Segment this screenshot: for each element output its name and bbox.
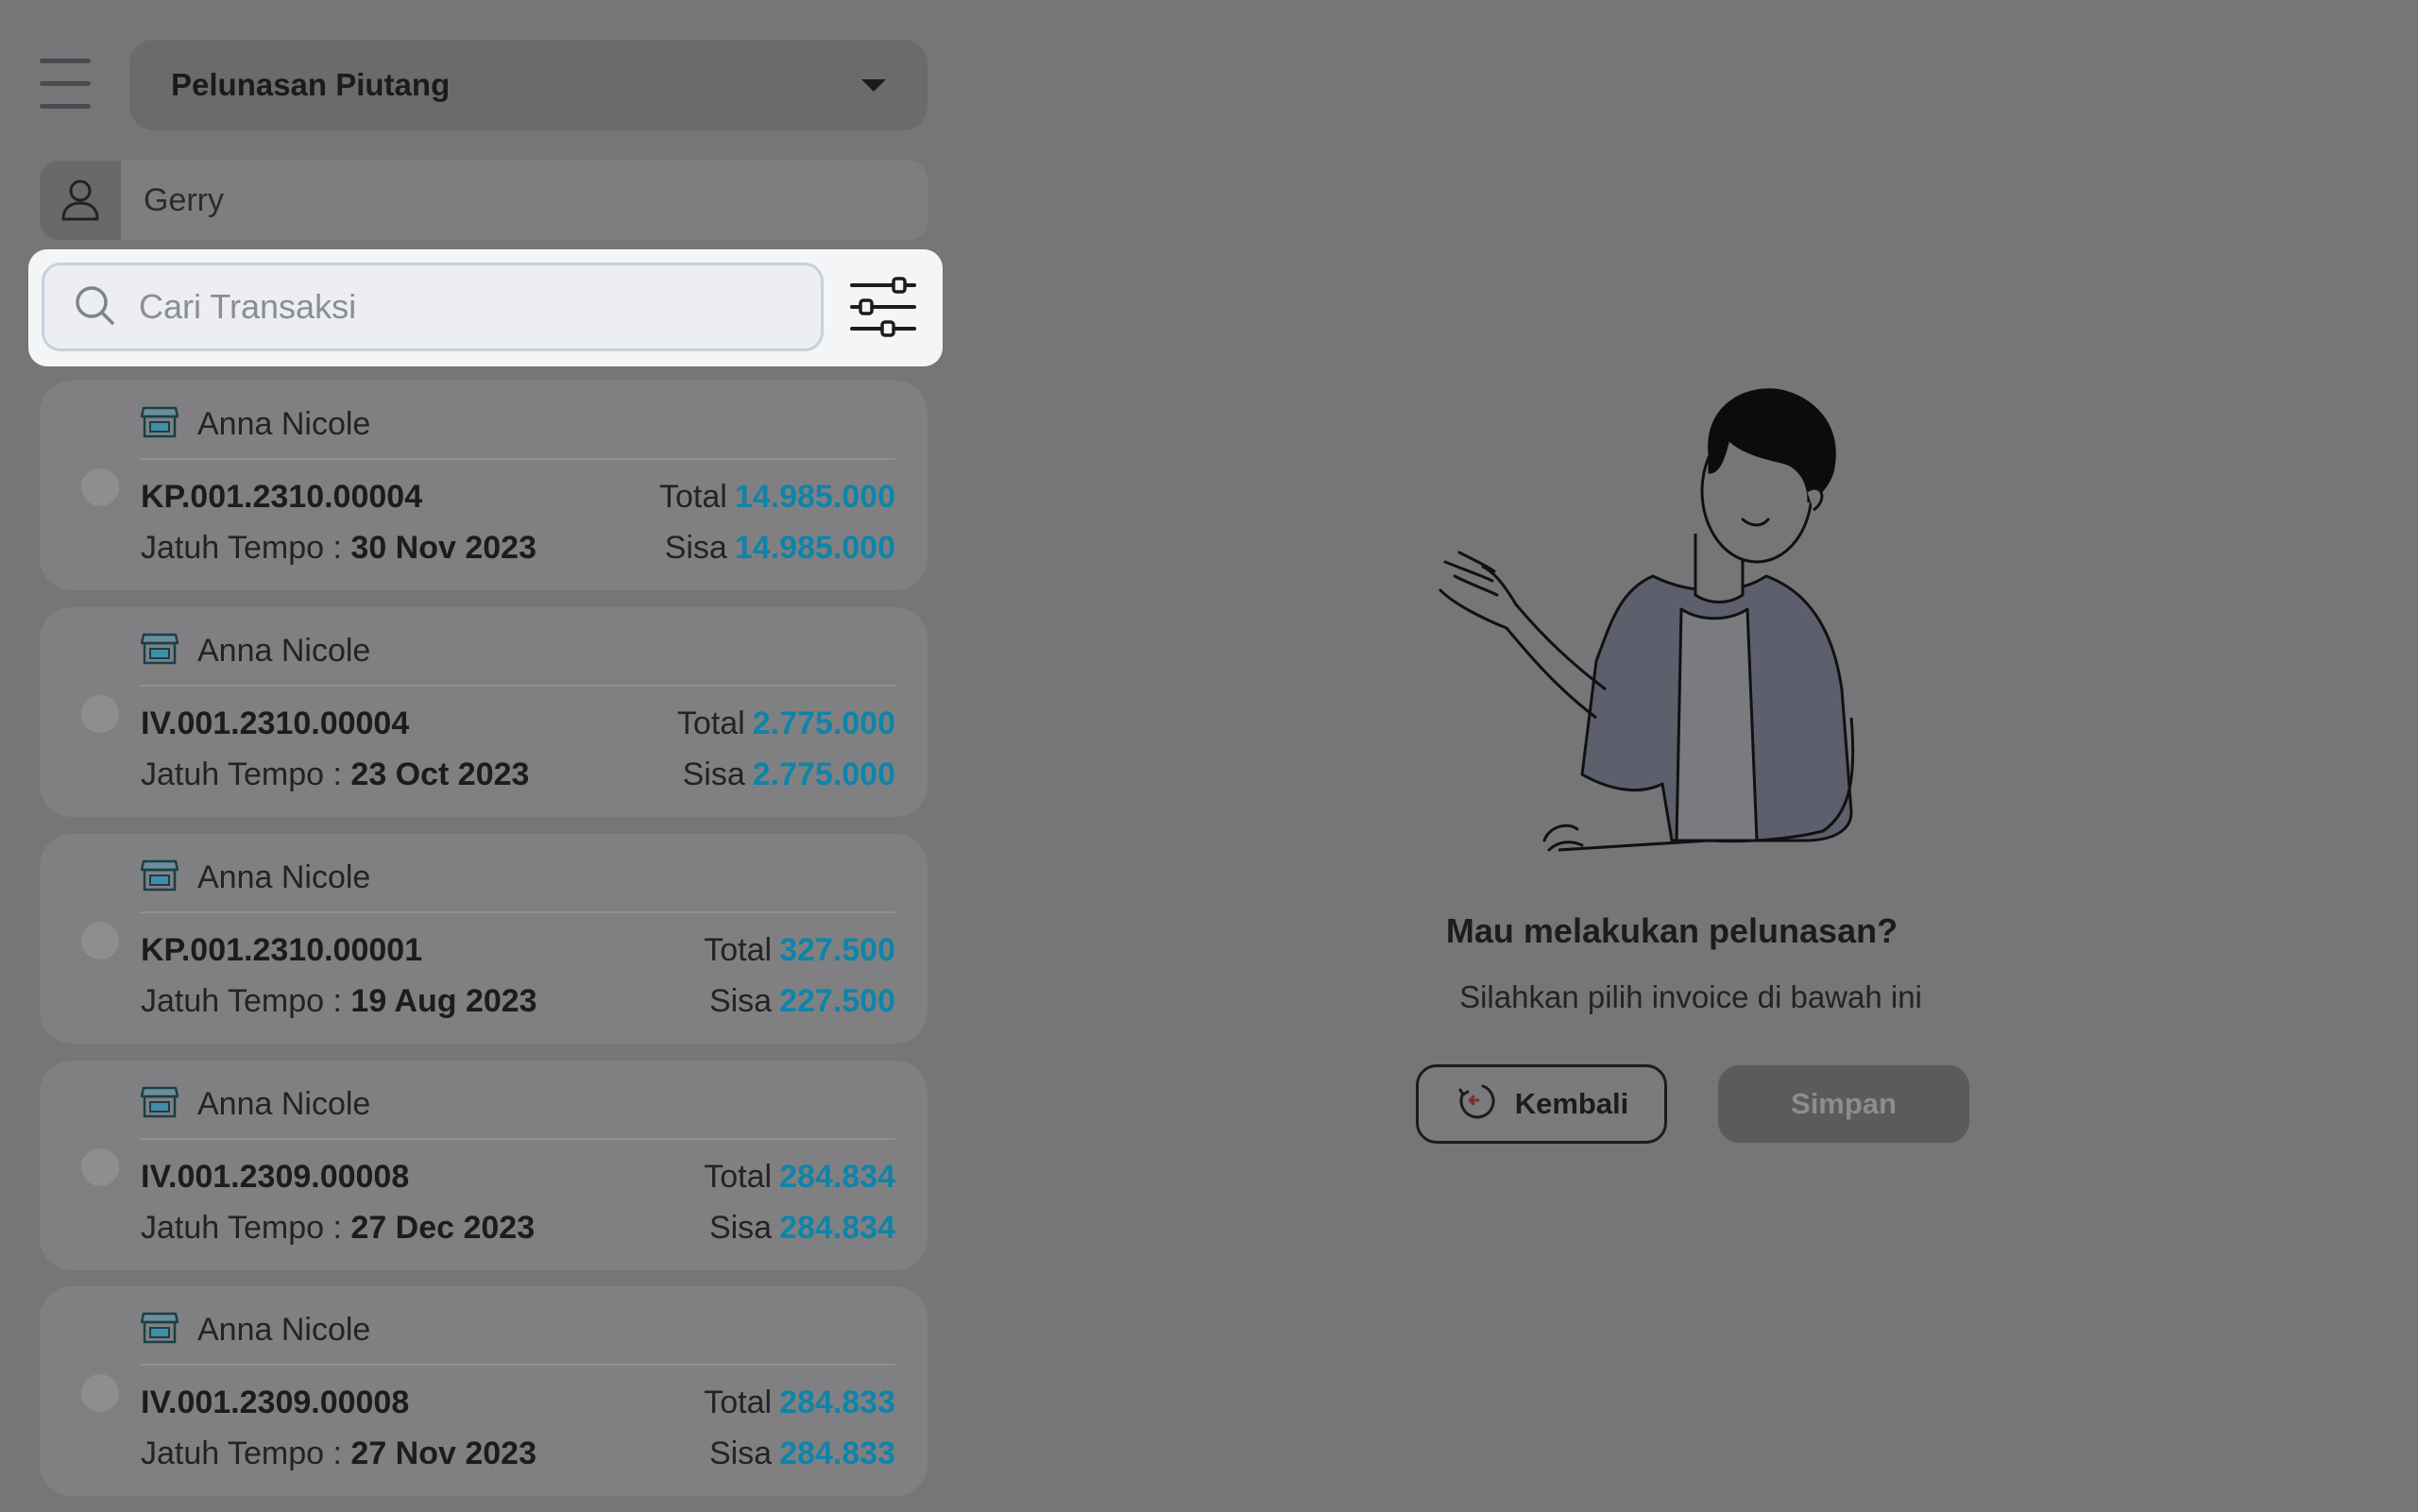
store-name: Anna Nicole	[197, 633, 371, 669]
page-selector-dropdown[interactable]: Pelunasan Piutang	[129, 40, 928, 130]
total-label: Total	[659, 479, 727, 515]
filter-sliders-icon[interactable]	[846, 270, 920, 344]
due-date-value: 23 Oct 2023	[350, 756, 530, 792]
search-box[interactable]	[42, 263, 824, 351]
due-label: Jatuh Tempo :	[141, 756, 351, 792]
total-label: Total	[704, 1385, 773, 1420]
invoice-number: IV.001.2309.00008	[141, 1159, 410, 1195]
select-radio[interactable]	[81, 695, 119, 733]
store-icon	[140, 405, 179, 444]
due-date-value: 27 Nov 2023	[350, 1436, 536, 1471]
customer-field[interactable]: Gerry	[40, 161, 928, 240]
due-label: Jatuh Tempo :	[141, 983, 351, 1019]
due-date-value: 30 Nov 2023	[350, 530, 536, 566]
select-radio[interactable]	[81, 922, 119, 960]
total-amount: 2.775.000	[752, 705, 895, 741]
transaction-card[interactable]: Anna Nicole IV.001.2310.00004 Jatuh Temp…	[40, 607, 928, 817]
total-label: Total	[704, 1159, 773, 1195]
invoice-number: IV.001.2310.00004	[141, 705, 410, 741]
invoice-number: KP.001.2310.00004	[141, 479, 423, 515]
dropdown-selected-label: Pelunasan Piutang	[171, 67, 451, 102]
store-name: Anna Nicole	[197, 1086, 371, 1122]
due-date: Jatuh Tempo : 19 Aug 2023	[141, 983, 537, 1020]
search-icon	[73, 283, 116, 331]
total: Total 327.500	[704, 932, 895, 969]
save-button[interactable]: Simpan	[1718, 1065, 1969, 1143]
total: Total 284.834	[704, 1159, 895, 1196]
remaining-label: Sisa	[664, 530, 727, 566]
transaction-card[interactable]: Anna Nicole IV.001.2309.00008 Jatuh Temp…	[40, 1061, 928, 1270]
customer-name: Gerry	[144, 181, 224, 218]
invoice-number: KP.001.2310.00001	[141, 932, 423, 968]
remaining: Sisa 2.775.000	[683, 756, 895, 793]
remaining: Sisa 14.985.000	[665, 530, 895, 567]
remaining-amount: 2.775.000	[752, 756, 895, 792]
due-label: Jatuh Tempo :	[141, 530, 351, 566]
divider	[140, 458, 895, 460]
select-radio[interactable]	[81, 468, 119, 506]
total-label: Total	[676, 705, 745, 741]
total: Total 284.833	[704, 1385, 895, 1421]
divider	[140, 685, 895, 687]
due-date: Jatuh Tempo : 27 Nov 2023	[141, 1436, 536, 1472]
due-date: Jatuh Tempo : 30 Nov 2023	[141, 530, 536, 567]
store-name: Anna Nicole	[197, 859, 371, 895]
empty-state-title: Mau melakukan pelunasan?	[1445, 911, 1899, 950]
remaining-amount: 284.834	[779, 1210, 895, 1246]
store-icon	[140, 632, 179, 671]
back-button-label: Kembali	[1514, 1087, 1629, 1120]
total: Total 14.985.000	[659, 479, 895, 516]
store-icon	[140, 858, 179, 897]
search-panel	[28, 249, 943, 366]
total-amount: 327.500	[779, 932, 895, 968]
due-label: Jatuh Tempo :	[141, 1210, 351, 1246]
remaining: Sisa 284.833	[709, 1436, 895, 1472]
remaining: Sisa 227.500	[709, 983, 895, 1020]
total-amount: 284.833	[779, 1385, 895, 1420]
total: Total 2.775.000	[677, 705, 895, 742]
back-arrow-circle-icon	[1455, 1079, 1496, 1129]
select-radio[interactable]	[81, 1148, 119, 1186]
due-date: Jatuh Tempo : 27 Dec 2023	[141, 1210, 535, 1247]
due-date-value: 27 Dec 2023	[350, 1210, 536, 1246]
store-name: Anna Nicole	[197, 1312, 371, 1348]
back-button[interactable]: Kembali	[1416, 1064, 1667, 1144]
due-label: Jatuh Tempo :	[141, 1436, 351, 1471]
total-amount: 284.834	[779, 1159, 895, 1195]
search-input[interactable]	[137, 286, 783, 328]
invoice-number: IV.001.2309.00008	[141, 1385, 410, 1420]
total-label: Total	[704, 932, 773, 968]
transaction-card[interactable]: Anna Nicole KP.001.2310.00004 Jatuh Temp…	[40, 381, 928, 590]
user-icon	[40, 161, 121, 240]
remaining-label: Sisa	[708, 983, 773, 1019]
remaining-amount: 14.985.000	[734, 530, 895, 566]
divider	[140, 911, 895, 913]
hamburger-menu-icon[interactable]	[40, 59, 91, 110]
select-radio[interactable]	[81, 1374, 119, 1412]
store-icon	[140, 1311, 179, 1350]
remaining-label: Sisa	[682, 756, 745, 792]
total-amount: 14.985.000	[734, 479, 895, 515]
due-date: Jatuh Tempo : 23 Oct 2023	[141, 756, 529, 793]
remaining-label: Sisa	[708, 1436, 773, 1471]
transaction-card[interactable]: Anna Nicole KP.001.2310.00001 Jatuh Temp…	[40, 834, 928, 1044]
divider	[140, 1138, 895, 1140]
due-date-value: 19 Aug 2023	[350, 983, 537, 1019]
remaining-label: Sisa	[708, 1210, 773, 1246]
remaining: Sisa 284.834	[709, 1210, 895, 1247]
man-waving-illustration	[1426, 378, 1955, 874]
remaining-amount: 227.500	[779, 983, 895, 1019]
divider	[140, 1364, 895, 1366]
chevron-down-icon	[861, 78, 886, 92]
transaction-card[interactable]: Anna Nicole IV.001.2309.00008 Jatuh Temp…	[40, 1286, 928, 1496]
remaining-amount: 284.833	[779, 1436, 895, 1471]
store-name: Anna Nicole	[197, 406, 371, 442]
store-icon	[140, 1085, 179, 1124]
empty-state-subtitle: Silahkan pilih invoice di bawah ini	[1459, 979, 1922, 1014]
